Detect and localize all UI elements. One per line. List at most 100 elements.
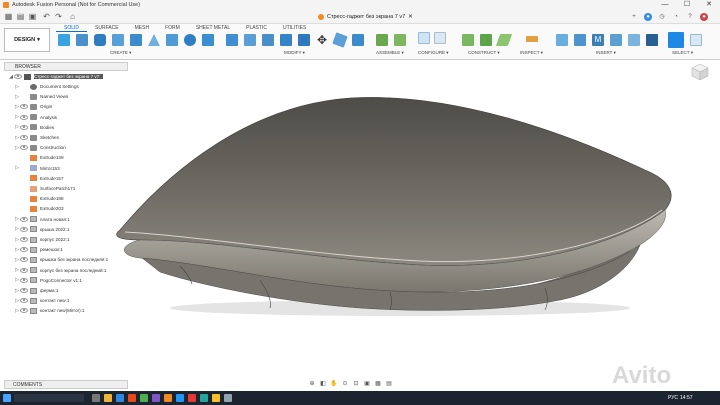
visibility-eye-icon[interactable] <box>20 308 28 314</box>
tab-plastic[interactable]: PLASTIC <box>238 24 275 32</box>
tab-solid[interactable]: SOLID <box>56 24 88 32</box>
tab-mesh[interactable]: MESH <box>127 24 157 32</box>
viewports-icon[interactable]: ▤ <box>385 380 393 388</box>
visibility-eye-icon[interactable] <box>20 288 28 293</box>
visibility-eye-icon[interactable] <box>20 237 28 242</box>
construct-menu[interactable]: CONSTRUCT ▾ <box>468 50 500 56</box>
extrude-icon[interactable] <box>94 34 106 46</box>
home-icon[interactable]: ⌂ <box>68 12 77 21</box>
browser-item[interactable]: ▷ крышка без экрана последняя:1 <box>14 255 108 264</box>
visibility-eye-icon[interactable] <box>20 114 28 120</box>
notifications-icon[interactable]: ◔ <box>672 13 680 21</box>
close-tab-icon[interactable]: ✕ <box>408 14 413 20</box>
visibility-eye-icon[interactable] <box>20 277 28 283</box>
configure-icon[interactable] <box>418 32 430 44</box>
fillet-icon[interactable] <box>244 34 256 46</box>
browser-item[interactable]: ▷ Mirror153 <box>14 164 60 173</box>
visibility-eye-icon[interactable] <box>20 247 28 253</box>
office-icon[interactable] <box>128 394 136 402</box>
browser-panel-header[interactable]: BROWSER <box>4 62 128 71</box>
maximize-button[interactable]: ☐ <box>676 0 698 10</box>
workspace-switcher[interactable]: DESIGN ▾ <box>4 28 50 52</box>
tab-form[interactable]: FORM <box>157 24 188 32</box>
telegram-icon[interactable] <box>176 394 184 402</box>
visibility-eye-icon[interactable] <box>20 298 28 304</box>
move-copy-icon[interactable]: ✥ <box>316 34 328 46</box>
start-icon[interactable] <box>3 394 11 402</box>
app4-icon[interactable] <box>224 394 232 402</box>
selection-filter-icon[interactable] <box>690 34 702 46</box>
redo-icon[interactable]: ↷ <box>54 12 63 21</box>
new-component-icon[interactable] <box>58 34 70 46</box>
chamfer-icon[interactable] <box>262 34 274 46</box>
insert-menu[interactable]: INSERT ▾ <box>596 50 616 56</box>
3d-model[interactable] <box>0 60 720 376</box>
new-tab-icon[interactable]: + <box>630 13 638 21</box>
app2-icon[interactable] <box>200 394 208 402</box>
browser-item[interactable]: ▷ контакт new(Mirror):1 <box>14 306 85 315</box>
browser-item[interactable]: ▷ PogoConnector v1:1 <box>14 276 82 285</box>
browser-item[interactable]: ▷ Analysis <box>14 113 57 122</box>
task-view-icon[interactable] <box>92 394 100 402</box>
combine-icon[interactable] <box>298 34 310 46</box>
file-icon[interactable]: ▤ <box>16 12 25 21</box>
browser-item[interactable]: ▷ Bodies <box>14 123 54 132</box>
split-body-icon[interactable] <box>352 34 364 46</box>
browser-item[interactable]: ▷ Document Settings <box>14 82 79 91</box>
insert-mesh-icon[interactable]: M <box>592 34 604 46</box>
visibility-eye-icon[interactable] <box>20 226 28 232</box>
app3-icon[interactable] <box>212 394 220 402</box>
browser-item[interactable]: ▷ корпус 2022:1 <box>14 235 70 244</box>
grid-menu-icon[interactable]: ▦ <box>4 12 13 21</box>
minimize-button[interactable]: — <box>654 0 676 10</box>
browser-item[interactable]: Extrude157 <box>14 174 64 183</box>
save-icon[interactable]: ▣ <box>28 12 37 21</box>
create-menu[interactable]: CREATE ▾ <box>110 50 131 56</box>
extensions-icon[interactable]: ● <box>644 13 652 21</box>
browser-item[interactable]: ▷ крыша 2022:1 <box>14 225 69 234</box>
language-indicator[interactable]: РУС <box>668 391 678 405</box>
insert-mcmaster-icon[interactable] <box>646 34 658 46</box>
grid-icon[interactable]: ▦ <box>374 380 382 388</box>
edge-icon[interactable] <box>116 394 124 402</box>
visibility-eye-icon[interactable] <box>20 267 28 273</box>
clock[interactable]: 14:57 <box>680 391 693 405</box>
comments-panel[interactable]: COMMENTS <box>4 380 128 389</box>
browser-item[interactable]: SurfacePatch171 <box>14 184 75 193</box>
insert-canvas-icon[interactable] <box>628 34 640 46</box>
browser-item[interactable]: Extrude139 <box>14 153 64 162</box>
visibility-eye-icon[interactable] <box>20 257 28 263</box>
press-pull-icon[interactable] <box>226 34 238 46</box>
insert-decal-icon[interactable] <box>574 34 586 46</box>
revolve-icon[interactable] <box>112 34 124 46</box>
look-at-icon[interactable]: ◧ <box>319 380 327 388</box>
app-icon[interactable] <box>152 394 160 402</box>
canvas-viewport[interactable] <box>0 60 720 376</box>
close-button[interactable]: ✕ <box>698 0 720 10</box>
orbit-icon[interactable]: ⊕ <box>308 380 316 388</box>
fusion-taskbar-icon[interactable] <box>164 394 172 402</box>
visibility-eye-icon[interactable] <box>20 216 28 222</box>
zoom-icon[interactable]: ⊙ <box>341 380 349 388</box>
configure-menu[interactable]: CONFIGURE ▾ <box>418 50 449 56</box>
browser-item[interactable]: ▷ ремешок:1 <box>14 245 63 254</box>
browser-item[interactable]: ▷ Named Views <box>14 92 68 101</box>
inspect-menu[interactable]: INSPECT ▾ <box>520 50 543 56</box>
insert-svg-icon[interactable] <box>610 34 622 46</box>
sphere-icon[interactable] <box>184 34 196 46</box>
visibility-eye-icon[interactable] <box>20 135 28 140</box>
select-menu[interactable]: SELECT ▾ <box>672 50 693 56</box>
help-icon[interactable]: ? <box>686 13 694 21</box>
measure-icon[interactable] <box>526 36 538 42</box>
browser-item[interactable]: ▷ контакт new:1 <box>14 296 69 305</box>
browser-item[interactable]: ▷ Construction <box>14 143 66 152</box>
browser-item[interactable]: ▷ Sketches <box>14 133 59 142</box>
cylinder-icon[interactable] <box>202 34 214 46</box>
visibility-eye-icon[interactable] <box>14 74 22 79</box>
create-sketch-icon[interactable] <box>76 34 88 46</box>
visibility-eye-icon[interactable] <box>20 104 28 110</box>
pan-icon[interactable]: ✋ <box>330 380 338 388</box>
tab-sheet-metal[interactable]: SHEET METAL <box>188 24 238 32</box>
document-tab[interactable]: Стресс-гаджет без экрана 7 v7 ✕ <box>318 10 413 24</box>
offset-plane-icon[interactable] <box>462 34 474 46</box>
